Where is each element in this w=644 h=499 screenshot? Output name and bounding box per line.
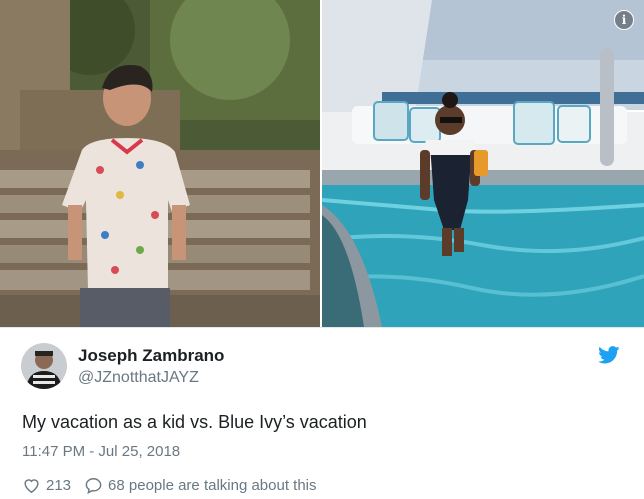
speech-bubble-icon <box>85 478 102 494</box>
avatar[interactable] <box>21 343 67 389</box>
user-handle[interactable]: @JZnotthatJAYZ <box>78 368 224 388</box>
twitter-bird-icon[interactable] <box>598 346 620 364</box>
info-icon[interactable]: i <box>614 10 634 30</box>
tweet-actions: 213 68 people are talking about this <box>22 476 317 495</box>
yacht-pool-photo[interactable]: i <box>322 0 644 327</box>
like-count: 213 <box>46 477 72 494</box>
heart-icon <box>24 479 39 494</box>
media-divider <box>0 327 644 328</box>
tweet-timestamp[interactable]: 11:47 PM - Jul 25, 2018 <box>22 442 180 462</box>
talking-link[interactable]: 68 people are talking about this <box>84 476 317 495</box>
author-text: Joseph Zambrano @JZnotthatJAYZ <box>78 345 224 388</box>
tweet-text: My vacation as a kid vs. Blue Ivy’s vaca… <box>22 412 367 432</box>
childhood-photo[interactable] <box>0 0 320 327</box>
info-icon-glyph: i <box>621 13 627 27</box>
tweet-author[interactable]: Joseph Zambrano @JZnotthatJAYZ <box>21 343 224 389</box>
talking-count: 68 people are talking about this <box>108 477 317 494</box>
display-name[interactable]: Joseph Zambrano <box>78 345 224 366</box>
like-button[interactable]: 213 <box>22 476 71 495</box>
tweet-media[interactable]: i <box>0 0 644 327</box>
